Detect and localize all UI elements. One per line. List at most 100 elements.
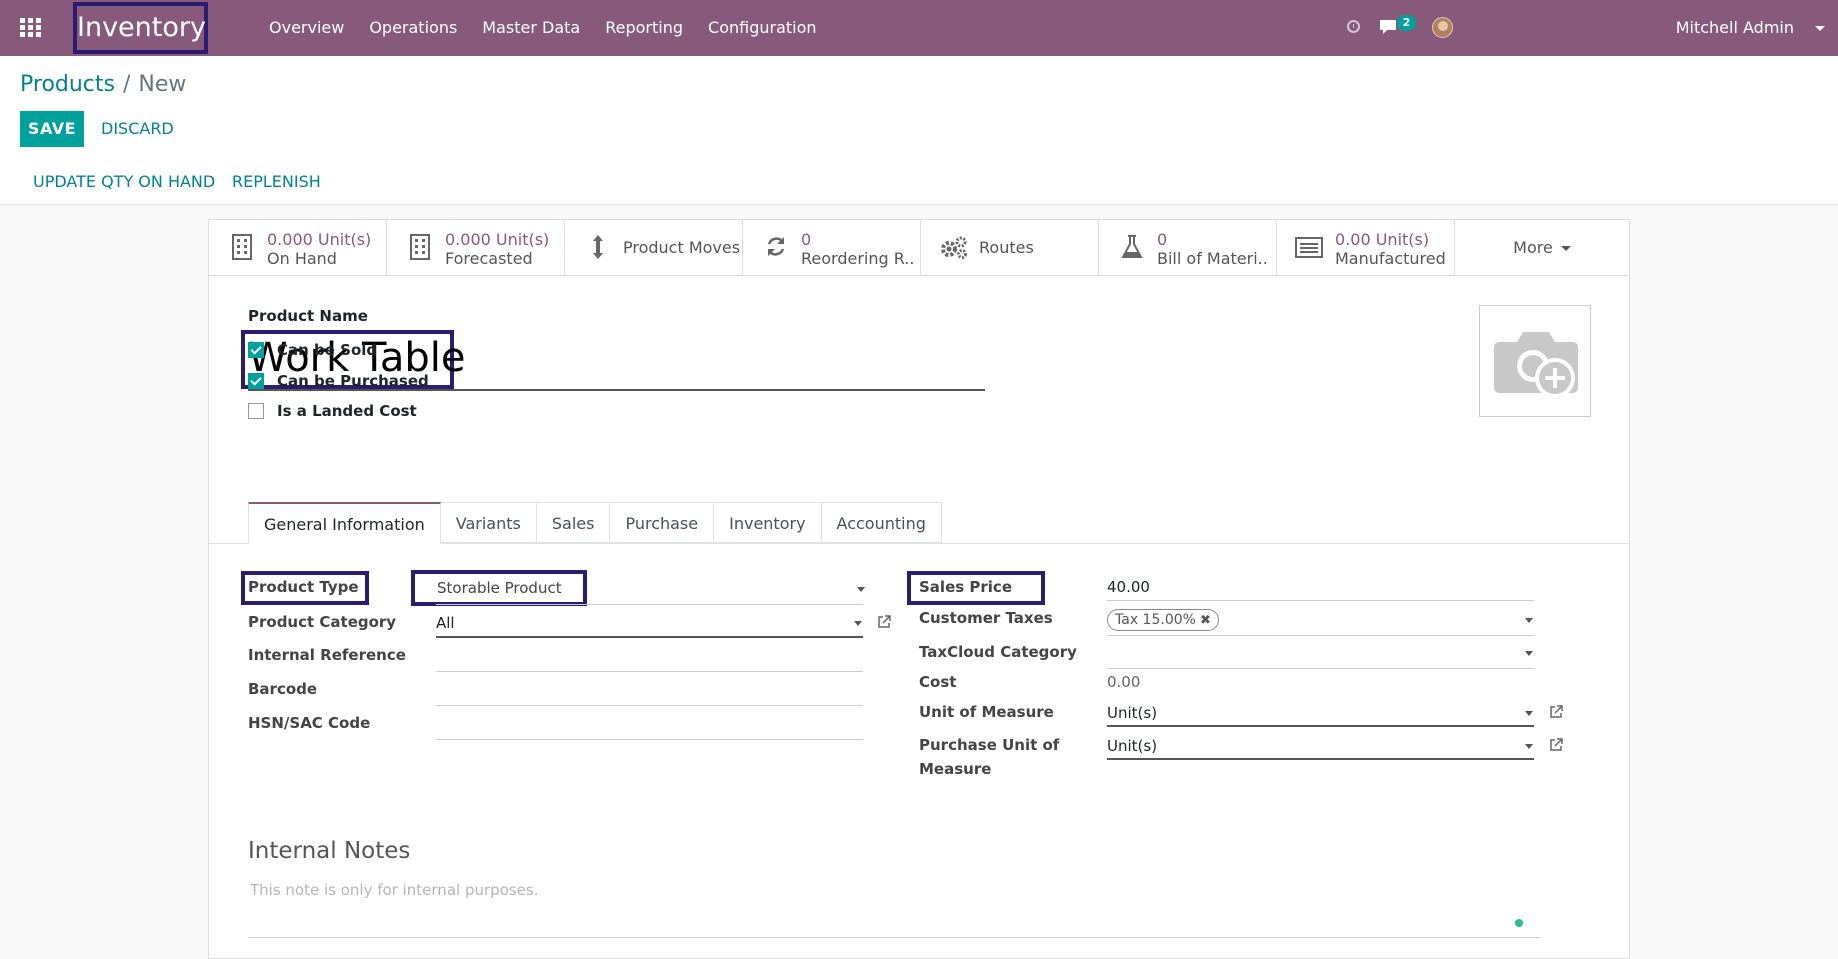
- product-category-label: Product Category: [248, 613, 397, 631]
- landed-cost-row: Is a Landed Cost: [248, 400, 417, 422]
- menu-operations[interactable]: Operations: [369, 0, 457, 56]
- tab-sales[interactable]: Sales: [536, 502, 611, 543]
- internal-reference-label: Internal Reference: [248, 646, 406, 664]
- chat-icon[interactable]: [1379, 19, 1397, 35]
- external-link-icon[interactable]: [1549, 738, 1563, 752]
- close-icon[interactable]: ✖: [1200, 613, 1211, 628]
- uom-select[interactable]: Unit(s): [1107, 704, 1157, 722]
- purchase-uom-label-line1: Purchase Unit of: [919, 736, 1060, 754]
- hsn-code-input[interactable]: [436, 739, 863, 740]
- uom-underline: [1107, 725, 1534, 727]
- cost-value: 0.00: [1107, 673, 1141, 691]
- editor-status-dot: [1515, 919, 1523, 927]
- can-be-purchased-row: Can be Purchased: [248, 370, 429, 392]
- purchase-uom-label-line2: Measure: [919, 760, 992, 778]
- forecasted-label: Forecasted: [445, 249, 533, 268]
- external-link-icon[interactable]: [1549, 705, 1563, 719]
- app-brand[interactable]: Inventory: [73, 2, 208, 54]
- more-button[interactable]: More: [1455, 220, 1629, 275]
- tab-variants[interactable]: Variants: [440, 502, 537, 543]
- replenish-button[interactable]: REPLENISH: [232, 160, 321, 204]
- barcode-input[interactable]: [436, 705, 863, 706]
- product-category-select[interactable]: All: [436, 614, 455, 632]
- purchase-uom-underline: [1107, 758, 1534, 760]
- top-navbar: Inventory Overview Operations Master Dat…: [0, 0, 1838, 56]
- breadcrumb-current: New: [138, 72, 187, 97]
- save-button[interactable]: SAVE: [20, 111, 84, 147]
- can-be-purchased-label: Can be Purchased: [277, 372, 429, 390]
- forecasted-button[interactable]: 0.000 Unit(s) Forecasted: [387, 220, 565, 275]
- tab-accounting[interactable]: Accounting: [821, 502, 942, 543]
- chevron-down-icon[interactable]: [1525, 711, 1533, 716]
- chevron-down-icon: [1560, 246, 1571, 251]
- bom-value: 0: [1157, 230, 1168, 249]
- tax-tag: Tax 15.00% ✖: [1107, 609, 1219, 631]
- internal-reference-input[interactable]: [436, 671, 863, 672]
- discard-button[interactable]: DISCARD: [101, 111, 174, 147]
- barcode-label: Barcode: [248, 680, 318, 698]
- sales-price-input[interactable]: 40.00: [1107, 578, 1150, 596]
- can-be-sold-row: Can be Sold: [248, 339, 377, 361]
- menu-configuration[interactable]: Configuration: [708, 0, 817, 56]
- chevron-down-icon[interactable]: [1525, 618, 1533, 623]
- can-be-sold-label: Can be Sold: [277, 341, 378, 359]
- chevron-down-icon[interactable]: [857, 587, 865, 592]
- menu-master-data[interactable]: Master Data: [482, 0, 580, 56]
- on-hand-value: 0.000 Unit(s): [267, 230, 372, 249]
- tab-inventory[interactable]: Inventory: [714, 502, 822, 543]
- refresh-icon: [767, 237, 785, 256]
- forecasted-value: 0.000 Unit(s): [445, 230, 550, 249]
- systray: 2 Mitchell Admin: [1338, 0, 1838, 56]
- chat-count-badge: 2: [1397, 15, 1416, 31]
- internal-notes-title: Internal Notes: [248, 838, 411, 864]
- manufactured-value: 0.00 Unit(s): [1335, 230, 1430, 249]
- taxcloud-category-select[interactable]: [1107, 668, 1534, 669]
- update-qty-button[interactable]: UPDATE QTY ON HAND: [33, 160, 215, 204]
- product-type-select[interactable]: Storable Product: [437, 579, 562, 597]
- chevron-down-icon[interactable]: [1815, 26, 1825, 31]
- reordering-button[interactable]: 0 Reordering R...: [743, 220, 921, 275]
- product-moves-button[interactable]: Product Moves: [565, 220, 743, 275]
- on-hand-label: On Hand: [267, 249, 337, 268]
- tab-general-information[interactable]: General Information: [248, 502, 441, 544]
- list-box-icon: [1295, 237, 1323, 258]
- cost-label: Cost: [919, 673, 957, 691]
- chevron-down-icon[interactable]: [1525, 744, 1533, 749]
- chevron-down-icon[interactable]: [854, 621, 862, 626]
- landed-cost-checkbox[interactable]: [248, 403, 264, 419]
- can-be-purchased-checkbox[interactable]: [248, 373, 264, 389]
- routes-button[interactable]: Routes: [921, 220, 1099, 275]
- camera-add-icon: [1494, 332, 1578, 398]
- manufactured-button[interactable]: 0.00 Unit(s) Manufactured: [1277, 220, 1455, 275]
- chevron-down-icon[interactable]: [1525, 651, 1533, 656]
- tab-purchase[interactable]: Purchase: [610, 502, 715, 543]
- uom-label: Unit of Measure: [919, 703, 1054, 721]
- breadcrumb-separator: /: [123, 72, 131, 97]
- user-menu[interactable]: Mitchell Admin: [1676, 0, 1794, 56]
- user-avatar[interactable]: [1432, 17, 1453, 38]
- more-dropdown[interactable]: More: [1455, 220, 1629, 275]
- building-icon: [232, 234, 252, 260]
- taxcloud-category-label: TaxCloud Category: [919, 643, 1077, 661]
- menu-reporting[interactable]: Reporting: [605, 0, 683, 56]
- internal-notes-input[interactable]: This note is only for internal purposes.: [250, 881, 538, 899]
- menu-overview[interactable]: Overview: [269, 0, 344, 56]
- purchase-uom-select[interactable]: Unit(s): [1107, 737, 1157, 755]
- breadcrumb-products[interactable]: Products: [20, 72, 115, 97]
- can-be-sold-checkbox[interactable]: [248, 342, 264, 358]
- bom-label: Bill of Materi...: [1157, 249, 1269, 268]
- product-category-underline: [436, 636, 863, 638]
- product-image-upload[interactable]: [1479, 305, 1591, 417]
- smart-button-box: 0.000 Unit(s) On Hand 0.000 Unit(s) Fore…: [209, 220, 1629, 276]
- form-sheet: 0.000 Unit(s) On Hand 0.000 Unit(s) Fore…: [208, 219, 1630, 959]
- activity-clock-icon[interactable]: [1347, 20, 1360, 33]
- sales-price-underline: [1107, 600, 1534, 601]
- sales-price-label: Sales Price: [919, 578, 1012, 596]
- apps-grid-icon[interactable]: [20, 18, 42, 38]
- tax-tag-label: Tax 15.00%: [1115, 612, 1196, 628]
- customer-taxes-input[interactable]: [1107, 635, 1534, 636]
- on-hand-button[interactable]: 0.000 Unit(s) On Hand: [209, 220, 387, 275]
- bom-button[interactable]: 0 Bill of Materi...: [1099, 220, 1277, 275]
- breadcrumb: Products / New: [20, 72, 186, 97]
- external-link-icon[interactable]: [877, 615, 891, 629]
